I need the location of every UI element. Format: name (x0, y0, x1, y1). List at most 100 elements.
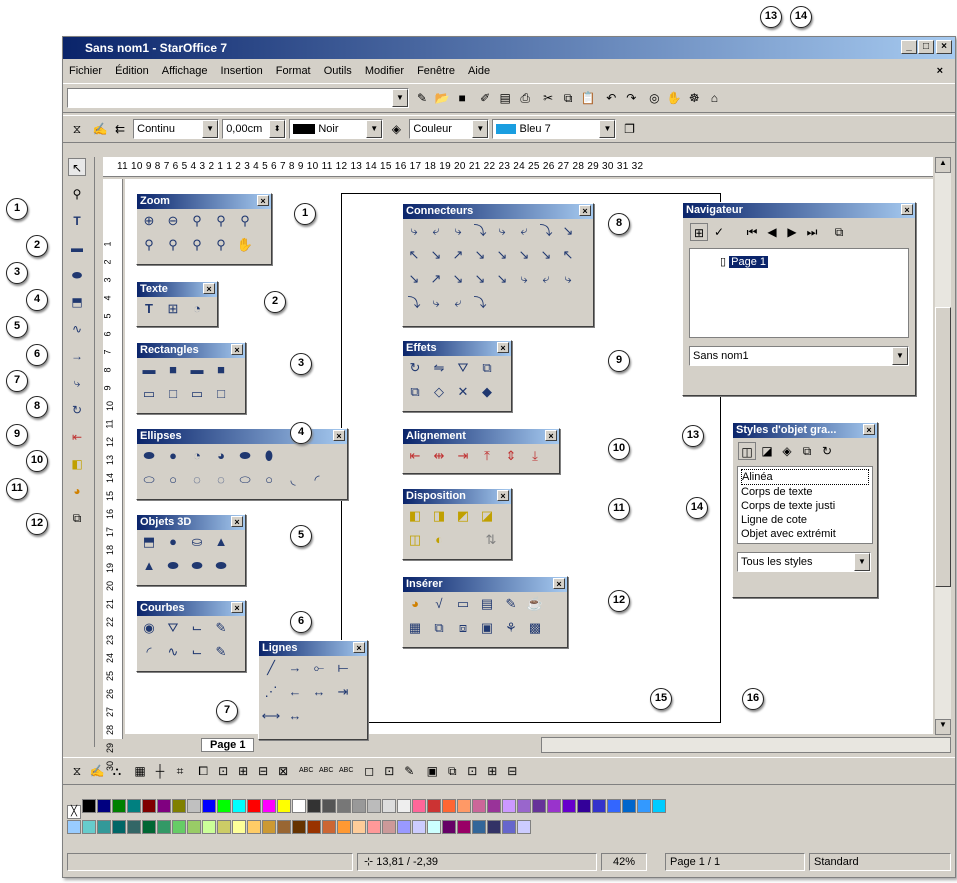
color-swatch[interactable] (202, 799, 216, 813)
color-swatch[interactable] (517, 799, 531, 813)
color-swatch[interactable] (97, 820, 111, 834)
edit-points-icon[interactable]: ✍ (88, 762, 106, 780)
arrow-style-icon[interactable]: ⇇ (111, 120, 129, 138)
line-tool-icon[interactable]: → (68, 347, 86, 365)
menu-aide[interactable]: Aide (468, 65, 490, 77)
connector-icon[interactable]: ⤷ (514, 269, 534, 289)
connector-icon[interactable]: ↗ (426, 269, 446, 289)
color-swatch[interactable] (277, 820, 291, 834)
color-swatch[interactable] (337, 799, 351, 813)
connector-icon[interactable]: ⤷ (448, 221, 468, 241)
color-swatch[interactable] (187, 799, 201, 813)
snap-page-icon[interactable]: ⧠ (194, 762, 212, 780)
connector-icon[interactable]: ⤷ (404, 221, 424, 241)
close-button[interactable]: × (936, 40, 952, 54)
color-swatch[interactable] (337, 820, 351, 834)
color-swatch[interactable] (322, 820, 336, 834)
pdf-icon[interactable]: ▤ (496, 89, 514, 107)
color-swatch[interactable] (127, 799, 141, 813)
color-swatch[interactable] (202, 820, 216, 834)
check-icon[interactable]: ✓ (710, 223, 728, 241)
redo-icon[interactable]: ↷ (622, 89, 640, 107)
line-style-icon[interactable]: ✍ (91, 120, 109, 138)
curve-tool-icon[interactable]: ∿ (68, 320, 86, 338)
connector-icon[interactable]: ⤷ (426, 293, 446, 313)
maximize-button[interactable]: □ (918, 40, 934, 54)
save-icon[interactable]: ■ (453, 89, 471, 107)
color-swatch[interactable] (367, 820, 381, 834)
styles-filter-select[interactable]: Tous les styles ▼ (737, 552, 871, 572)
connector-icon[interactable]: ↗ (448, 245, 468, 265)
select-icon[interactable]: ↖ (68, 158, 86, 176)
connector-icon[interactable]: ↘ (492, 269, 512, 289)
color-swatch[interactable] (547, 799, 561, 813)
color-swatch[interactable] (472, 820, 486, 834)
connector-icon[interactable]: ↘ (470, 269, 490, 289)
color-swatch[interactable] (607, 799, 621, 813)
color-swatch[interactable] (577, 799, 591, 813)
text-tool-icon[interactable]: T (68, 212, 86, 230)
snap-grid-icon[interactable]: ⌗ (171, 762, 189, 780)
grid-icon[interactable]: ▦ (131, 762, 149, 780)
color-swatch[interactable] (652, 799, 666, 813)
zoom-field[interactable]: 42% (601, 853, 647, 871)
vertical-scrollbar[interactable]: ▲ ▼ (935, 157, 951, 735)
line-width-field[interactable]: 0,00cm ⬍ (222, 119, 287, 139)
connector-icon[interactable]: ⤶ (426, 221, 446, 241)
color-swatch[interactable] (502, 799, 516, 813)
glue-icon[interactable]: ⛬ (108, 762, 126, 780)
edit-icon[interactable]: ✐ (476, 89, 494, 107)
color-swatch[interactable] (247, 799, 261, 813)
connector-icon[interactable]: ⤶ (514, 221, 534, 241)
paste-icon[interactable]: 📋 (579, 89, 597, 107)
connector-icon[interactable]: ↖ (558, 245, 578, 265)
color-swatch[interactable] (67, 820, 81, 834)
close-document-icon[interactable]: × (937, 61, 943, 81)
no-fill-swatch[interactable]: ╳ (67, 805, 81, 819)
color-swatch[interactable] (487, 820, 501, 834)
horizontal-scrollbar[interactable] (541, 737, 951, 753)
effects-tool-icon[interactable]: ↻ (68, 401, 86, 419)
color-swatch[interactable] (352, 799, 366, 813)
color-swatch[interactable] (457, 820, 471, 834)
color-swatch[interactable] (142, 820, 156, 834)
color-swatch[interactable] (412, 820, 426, 834)
cut-icon[interactable]: ✂ (539, 89, 557, 107)
color-swatch[interactable] (247, 820, 261, 834)
replace-icon[interactable]: ⊞ (483, 762, 501, 780)
helplines-icon[interactable]: ┼ (151, 762, 169, 780)
color-swatch[interactable] (622, 799, 636, 813)
zoom-tool-icon[interactable]: ⚲ (68, 185, 86, 203)
color-swatch[interactable] (517, 820, 531, 834)
color-swatch[interactable] (397, 820, 411, 834)
color-swatch[interactable] (562, 799, 576, 813)
spell-icon[interactable]: ⊡ (463, 762, 481, 780)
color-swatch[interactable] (367, 799, 381, 813)
area-bucket-icon[interactable]: ◈ (387, 120, 405, 138)
brush-icon[interactable]: ✎ (400, 762, 418, 780)
color-swatch[interactable] (592, 799, 606, 813)
connector-icon[interactable]: ⤶ (536, 269, 556, 289)
connector-icon[interactable]: ↘ (470, 245, 490, 265)
color-swatch[interactable] (142, 799, 156, 813)
color-swatch[interactable] (322, 799, 336, 813)
color-swatch[interactable] (637, 799, 651, 813)
color-swatch[interactable] (157, 799, 171, 813)
3d-toggle-icon[interactable]: ⧉ (68, 509, 86, 527)
ellipse-tool-icon[interactable]: ⬬ (68, 266, 86, 284)
color-swatch[interactable] (307, 820, 321, 834)
connector-icon[interactable]: ↘ (536, 245, 556, 265)
snap-border-icon[interactable]: ⊟ (254, 762, 272, 780)
connector-icon[interactable]: ⤵ (404, 293, 424, 313)
menu-outils[interactable]: Outils (324, 65, 352, 77)
navigator-doc-select[interactable]: Sans nom1 ▼ (689, 346, 909, 366)
color-swatch[interactable] (217, 799, 231, 813)
color-swatch[interactable] (292, 799, 306, 813)
abc2-icon[interactable]: ABC (317, 762, 335, 780)
color-swatch[interactable] (217, 820, 231, 834)
page-tab[interactable]: Page 1 (201, 738, 255, 752)
connector-tool-icon[interactable]: ⤷ (68, 374, 86, 392)
area-style-select[interactable]: Couleur ▼ (409, 119, 490, 139)
navigator-toggle-icon[interactable]: ⊞ (690, 223, 708, 241)
area-color-select[interactable]: Bleu 7 ▼ (492, 119, 617, 139)
